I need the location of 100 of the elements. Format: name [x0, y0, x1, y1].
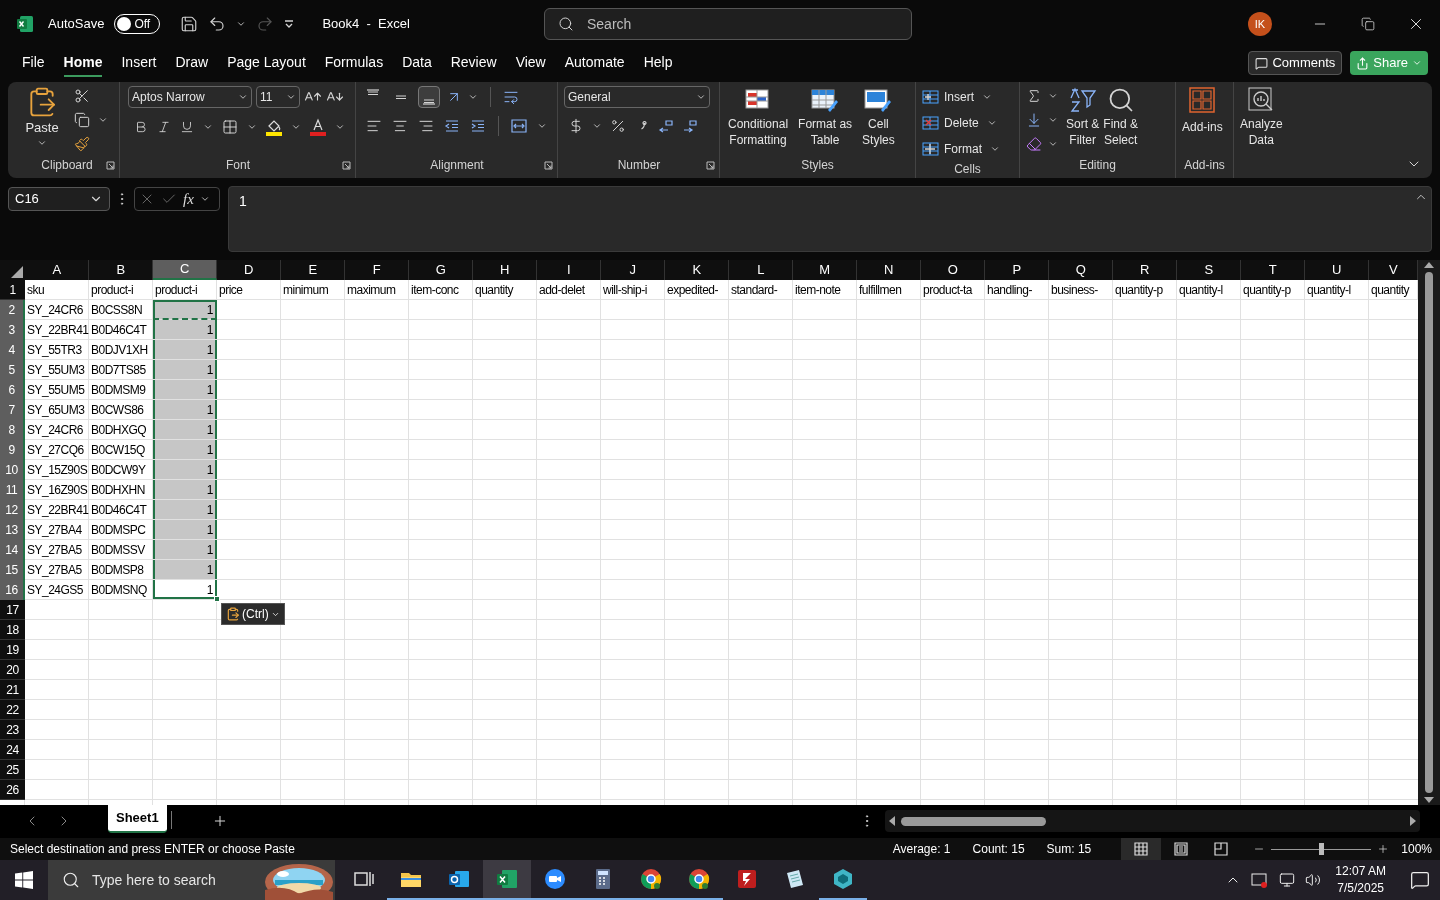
vertical-scrollbar[interactable]: [1418, 260, 1440, 805]
row-header[interactable]: 8: [0, 420, 25, 440]
caret-icon[interactable]: [203, 122, 213, 132]
caret-icon[interactable]: [199, 194, 210, 204]
row-header[interactable]: 6: [0, 380, 25, 400]
column-header[interactable]: N: [857, 260, 921, 280]
page-break-icon[interactable]: [1213, 841, 1230, 857]
fill-handle[interactable]: [214, 596, 220, 602]
table-cell[interactable]: 1: [153, 560, 217, 580]
column-header[interactable]: G: [409, 260, 473, 280]
bold-icon[interactable]: [134, 120, 148, 134]
formula-field[interactable]: 1: [228, 186, 1432, 252]
column-header[interactable]: R: [1113, 260, 1177, 280]
borders-icon[interactable]: [222, 119, 238, 135]
column-header[interactable]: L: [729, 260, 793, 280]
table-cell[interactable]: 1: [153, 340, 217, 360]
merge-icon[interactable]: [511, 118, 527, 134]
table-cell[interactable]: 1: [153, 580, 217, 600]
row-header[interactable]: 22: [0, 700, 25, 720]
caret-icon[interactable]: [98, 115, 108, 125]
cells-button[interactable]: Format: [922, 138, 1000, 160]
row-header[interactable]: 9: [0, 440, 25, 460]
comment-icon[interactable]: [1255, 56, 1269, 70]
row-header[interactable]: 26: [0, 780, 25, 800]
caret-icon[interactable]: [236, 19, 247, 29]
share-icon[interactable]: [1356, 56, 1370, 70]
search-field[interactable]: Search: [544, 8, 912, 40]
increase-decimal-icon[interactable]: [658, 118, 674, 134]
menu-tab[interactable]: View: [515, 49, 546, 77]
column-header[interactable]: J: [601, 260, 665, 280]
column-header[interactable]: I: [537, 260, 601, 280]
taskbar-search-field[interactable]: Type here to search: [48, 860, 263, 900]
row-header[interactable]: 24: [0, 740, 25, 760]
caret-icon[interactable]: [537, 121, 547, 131]
sheet-tab[interactable]: Sheet1: [108, 805, 167, 833]
column-header[interactable]: Q: [1049, 260, 1113, 280]
row-header[interactable]: 1: [0, 280, 25, 300]
table-cell[interactable]: 1: [153, 320, 217, 340]
percent-icon[interactable]: [610, 118, 626, 134]
dialog-launcher-icon[interactable]: [342, 161, 351, 170]
column-header[interactable]: D: [217, 260, 281, 280]
zoom-in-icon[interactable]: [1377, 843, 1390, 855]
clock[interactable]: 12:07 AM 7/5/2025: [1331, 863, 1390, 897]
row-header[interactable]: 14: [0, 540, 25, 560]
table-cell[interactable]: 1: [153, 520, 217, 540]
caret-icon[interactable]: [592, 121, 602, 131]
column-header[interactable]: K: [665, 260, 729, 280]
restore-icon[interactable]: [1361, 17, 1375, 31]
row-header[interactable]: 23: [0, 720, 25, 740]
eraser-icon[interactable]: [1026, 136, 1042, 152]
styles-button[interactable]: Cell Styles: [860, 86, 897, 148]
format-painter-icon[interactable]: [74, 136, 90, 152]
table-cell[interactable]: 1: [153, 360, 217, 380]
editing-button[interactable]: Find & Select: [1103, 86, 1139, 148]
row-header[interactable]: 7: [0, 400, 25, 420]
menu-tab[interactable]: Page Layout: [227, 49, 306, 77]
paste-options-button[interactable]: (Ctrl): [221, 603, 285, 625]
row-header[interactable]: 17: [0, 600, 25, 620]
column-header[interactable]: T: [1241, 260, 1305, 280]
save-icon[interactable]: [180, 15, 199, 33]
menu-tab[interactable]: Draw: [175, 49, 209, 77]
row-header[interactable]: 10: [0, 460, 25, 480]
row-header[interactable]: 25: [0, 760, 25, 780]
wrap-text-icon[interactable]: [503, 89, 519, 105]
table-cell[interactable]: 1: [153, 440, 217, 460]
table-cell[interactable]: 1: [153, 460, 217, 480]
dialog-launcher-icon[interactable]: [544, 161, 553, 170]
row-header[interactable]: 4: [0, 340, 25, 360]
dialog-launcher-icon[interactable]: [106, 161, 115, 170]
caret-icon[interactable]: [247, 122, 257, 132]
zoom-slider[interactable]: [1271, 843, 1372, 855]
column-header[interactable]: F: [345, 260, 409, 280]
column-header[interactable]: M: [793, 260, 857, 280]
column-header[interactable]: U: [1305, 260, 1369, 280]
caret-icon[interactable]: [1048, 91, 1058, 101]
align-right-icon[interactable]: [418, 118, 434, 134]
menu-tab[interactable]: Insert: [121, 49, 157, 77]
comments-button[interactable]: Comments: [1248, 51, 1343, 75]
row-header[interactable]: 12: [0, 500, 25, 520]
volume-icon[interactable]: [1305, 872, 1322, 888]
table-cell[interactable]: 1: [153, 300, 217, 320]
caret-icon[interactable]: [291, 122, 301, 132]
fill-color-icon[interactable]: [266, 118, 282, 136]
table-cell[interactable]: 1: [153, 420, 217, 440]
analyze-data-button[interactable]: Analyze Data: [1240, 86, 1283, 148]
font-size-field[interactable]: 11: [256, 86, 300, 108]
column-header[interactable]: E: [281, 260, 345, 280]
italic-icon[interactable]: [157, 120, 171, 134]
caret-icon[interactable]: [982, 92, 992, 102]
autosum-icon[interactable]: [1026, 88, 1042, 104]
table-cell[interactable]: 1: [153, 400, 217, 420]
search-icon[interactable]: [558, 16, 574, 32]
monitor-icon[interactable]: [1279, 872, 1296, 888]
table-cell[interactable]: 1: [153, 540, 217, 560]
row-header[interactable]: 15: [0, 560, 25, 580]
network-status-icon[interactable]: [1251, 871, 1270, 889]
caret-icon[interactable]: [335, 122, 345, 132]
row-header[interactable]: 16: [0, 580, 25, 600]
name-box[interactable]: C16: [8, 187, 110, 211]
styles-button[interactable]: Format as Table: [796, 86, 855, 148]
